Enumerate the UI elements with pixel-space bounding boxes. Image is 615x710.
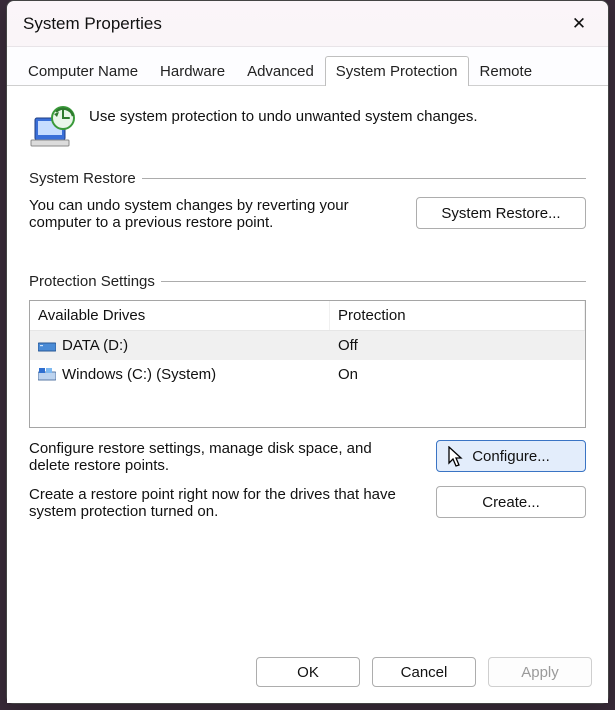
drive-name: DATA (D:) (62, 337, 128, 354)
drive-protection: On (330, 360, 585, 389)
drive-protection: Off (330, 331, 585, 360)
dialog-footer: OK Cancel Apply (7, 647, 608, 703)
table-row[interactable]: DATA (D:) Off (30, 331, 585, 360)
configure-button[interactable]: Configure... (436, 440, 586, 472)
table-row[interactable]: Windows (C:) (System) On (30, 360, 585, 389)
close-button[interactable]: ✕ (558, 9, 600, 39)
cursor-icon (447, 446, 465, 468)
drives-table-header: Available Drives Protection (30, 301, 585, 331)
create-description: Create a restore point right now for the… (29, 486, 416, 520)
titlebar: System Properties ✕ (7, 1, 608, 47)
col-protection[interactable]: Protection (330, 301, 585, 330)
tab-computer-name[interactable]: Computer Name (17, 56, 149, 86)
drive-icon (38, 339, 56, 353)
tab-remote[interactable]: Remote (469, 56, 544, 86)
system-properties-window: System Properties ✕ Computer Name Hardwa… (6, 0, 609, 704)
tab-body: Use system protection to undo unwanted s… (7, 86, 608, 647)
intro-text: Use system protection to undo unwanted s… (89, 104, 478, 125)
create-button[interactable]: Create... (436, 486, 586, 518)
group-title-restore: System Restore (29, 170, 136, 187)
tab-advanced[interactable]: Advanced (236, 56, 325, 86)
tab-hardware[interactable]: Hardware (149, 56, 236, 86)
drives-table: Available Drives Protection DATA (D:) Of… (29, 300, 586, 428)
group-title-protection: Protection Settings (29, 273, 155, 290)
system-restore-button[interactable]: System Restore... (416, 197, 586, 229)
col-available-drives[interactable]: Available Drives (30, 301, 330, 330)
close-icon: ✕ (572, 15, 586, 32)
apply-button[interactable]: Apply (488, 657, 592, 687)
intro-row: Use system protection to undo unwanted s… (29, 100, 586, 152)
restore-description: You can undo system changes by reverting… (29, 197, 396, 231)
window-title: System Properties (23, 14, 558, 34)
cancel-button[interactable]: Cancel (372, 657, 476, 687)
tab-system-protection[interactable]: System Protection (325, 56, 469, 86)
drive-icon (38, 368, 56, 382)
drive-name: Windows (C:) (System) (62, 366, 216, 383)
ok-button[interactable]: OK (256, 657, 360, 687)
system-protection-icon (29, 104, 77, 152)
group-system-restore: System Restore You can undo system chang… (29, 170, 586, 231)
group-protection-settings: Protection Settings Available Drives Pro… (29, 273, 586, 520)
configure-description: Configure restore settings, manage disk … (29, 440, 416, 474)
tab-strip: Computer Name Hardware Advanced System P… (7, 47, 608, 86)
